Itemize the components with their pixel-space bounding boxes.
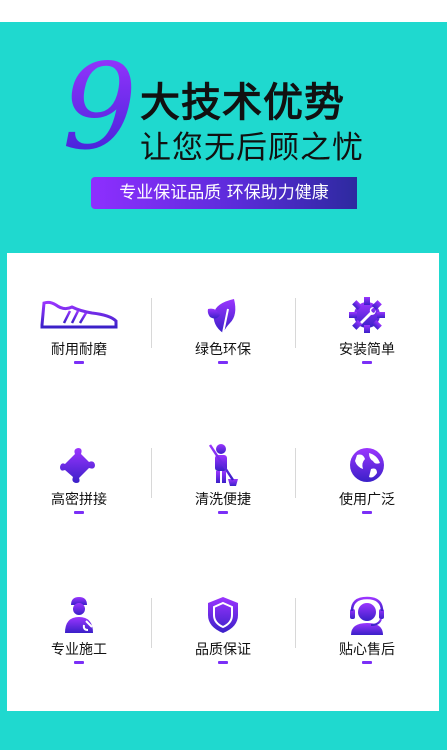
feature-label: 安装简单 [339, 342, 395, 358]
feature-quality: 品质保证 [151, 553, 295, 703]
feature-construction: 专业施工 [7, 553, 151, 703]
gear-wrench-icon [349, 297, 385, 333]
feature-label: 绿色环保 [195, 342, 251, 358]
feature-cleaning: 清洗便捷 [151, 403, 295, 553]
top-strip [0, 0, 447, 22]
headset-icon [350, 596, 384, 635]
feature-label: 专业施工 [51, 642, 107, 658]
feature-durable: 耐用耐磨 [7, 253, 151, 403]
feature-label: 贴心售后 [339, 642, 395, 658]
feature-underline [362, 361, 372, 364]
feature-aftersales: 贴心售后 [295, 553, 439, 703]
shield-icon [208, 597, 238, 633]
title-main: 大技术优势 [140, 80, 345, 126]
feature-underline [362, 511, 372, 514]
feature-eco: 绿色环保 [151, 253, 295, 403]
feature-underline [218, 511, 228, 514]
feature-underline [74, 361, 84, 364]
sneaker-icon [40, 300, 118, 332]
feature-label: 品质保证 [195, 642, 251, 658]
feature-underline [74, 661, 84, 664]
feature-wide-use: 使用广泛 [295, 403, 439, 553]
feature-label: 耐用耐磨 [51, 342, 107, 358]
feature-underline [218, 661, 228, 664]
cleaner-icon [208, 444, 238, 486]
feature-underline [74, 511, 84, 514]
feature-label: 高密拼接 [51, 492, 107, 508]
worker-icon [65, 597, 96, 633]
puzzle-icon [60, 448, 95, 483]
slogan-ribbon: 专业保证品质 环保助力健康 [91, 177, 357, 209]
globe-icon [350, 448, 384, 482]
feature-label: 使用广泛 [339, 492, 395, 508]
feature-underline [218, 361, 228, 364]
title-sub: 让您无后顾之忧 [140, 130, 364, 166]
feature-underline [362, 661, 372, 664]
features-panel: 耐用耐磨 绿色环保 安装简单 高密拼接 清洗便捷 使用广泛 专业施工 品质保证 … [7, 253, 439, 711]
feature-install: 安装简单 [295, 253, 439, 403]
leaf-icon [207, 299, 236, 334]
feature-label: 清洗便捷 [195, 492, 251, 508]
feature-splice: 高密拼接 [7, 403, 151, 553]
big-nine: 9 [62, 38, 138, 176]
